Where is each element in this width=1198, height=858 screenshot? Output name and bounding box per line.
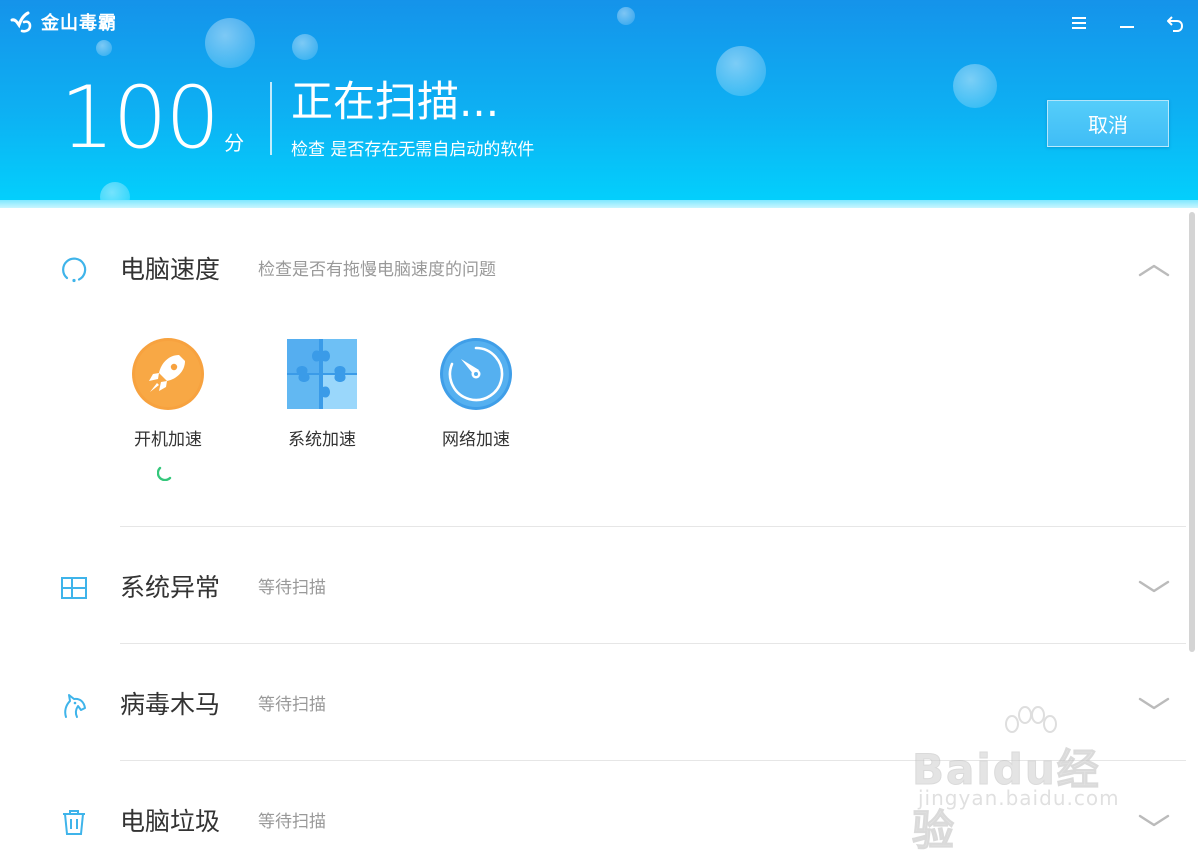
watermark-url: jingyan.baidu.com [918, 786, 1120, 810]
header-divider [270, 82, 272, 155]
item-boot-speedup[interactable]: 开机加速 [118, 337, 218, 450]
item-system-speedup[interactable]: 系统加速 [272, 337, 372, 450]
minimize-button[interactable] [1114, 10, 1140, 36]
expand-button[interactable] [1137, 810, 1171, 830]
section-desc: 等待扫描 [258, 812, 326, 832]
section-separator [120, 526, 1186, 527]
expand-button[interactable] [1137, 576, 1171, 596]
baidu-jingyan-watermark: Baidu经验 jingyan.baidu.com [912, 706, 1138, 856]
undo-arrow-icon [1167, 16, 1184, 32]
item-icon [285, 337, 359, 411]
item-icon [131, 337, 205, 411]
section-icon [58, 806, 90, 838]
section-title: 电脑速度 [120, 255, 221, 284]
section-desc: 等待扫描 [258, 695, 326, 715]
section-title: 系统异常 [120, 573, 221, 602]
collapse-button[interactable] [1137, 260, 1171, 280]
minimize-icon [1120, 26, 1134, 28]
decor-bubble [96, 40, 112, 56]
score-display: 100 分 [60, 68, 245, 168]
section-separator [120, 643, 1186, 644]
hamburger-icon [1072, 17, 1086, 29]
scan-status-detail: 检查 是否存在无需自启动的软件 [291, 140, 535, 160]
scan-status-title: 正在扫描... [291, 77, 500, 126]
score-unit: 分 [224, 131, 245, 155]
brand: 金山毒霸 [9, 8, 117, 36]
section-title: 电脑垃圾 [120, 807, 221, 836]
scrollbar[interactable] [1186, 208, 1198, 839]
section-icon [58, 689, 90, 721]
section-title: 病毒木马 [120, 690, 221, 719]
puzzle-icon [287, 339, 357, 409]
back-button[interactable] [1162, 10, 1188, 36]
chevron-up-icon [1138, 264, 1170, 277]
menu-button[interactable] [1066, 10, 1092, 36]
section-icon [58, 572, 90, 604]
scrollbar-thumb[interactable] [1189, 212, 1195, 652]
brand-name: 金山毒霸 [41, 13, 117, 34]
decor-bubble [617, 7, 635, 25]
item-label: 网络加速 [442, 430, 510, 450]
header-band [0, 200, 1198, 208]
cancel-button[interactable]: 取消 [1047, 100, 1169, 147]
chevron-down-icon [1138, 697, 1170, 710]
windows-icon [61, 577, 87, 599]
decor-bubble [953, 64, 997, 108]
decor-bubble [292, 34, 318, 60]
item-label: 系统加速 [288, 430, 356, 450]
horse-icon [64, 694, 86, 718]
decor-bubble [716, 46, 766, 96]
rocket-icon [132, 338, 204, 410]
expand-button[interactable] [1137, 693, 1171, 713]
decor-bubble [205, 18, 255, 68]
circle-arc-icon [62, 257, 87, 283]
chevron-down-icon [1138, 580, 1170, 593]
duba-logo-icon [10, 11, 32, 33]
item-label: 开机加速 [134, 430, 202, 450]
section-desc: 等待扫描 [258, 578, 326, 598]
header-banner: 金山毒霸 100 分 正在扫描... 检查 是否存在无需自启动的软件 取消 [0, 0, 1198, 208]
speedometer-icon [440, 338, 512, 410]
section-desc: 检查是否有拖慢电脑速度的问题 [258, 260, 496, 280]
item-network-speedup[interactable]: 网络加速 [426, 337, 526, 450]
chevron-down-icon [1138, 814, 1170, 827]
item-icon [439, 337, 513, 411]
section-icon [58, 254, 90, 286]
trash-icon [63, 810, 85, 835]
score-value: 100 [60, 68, 220, 168]
loading-spinner-icon [157, 466, 172, 481]
